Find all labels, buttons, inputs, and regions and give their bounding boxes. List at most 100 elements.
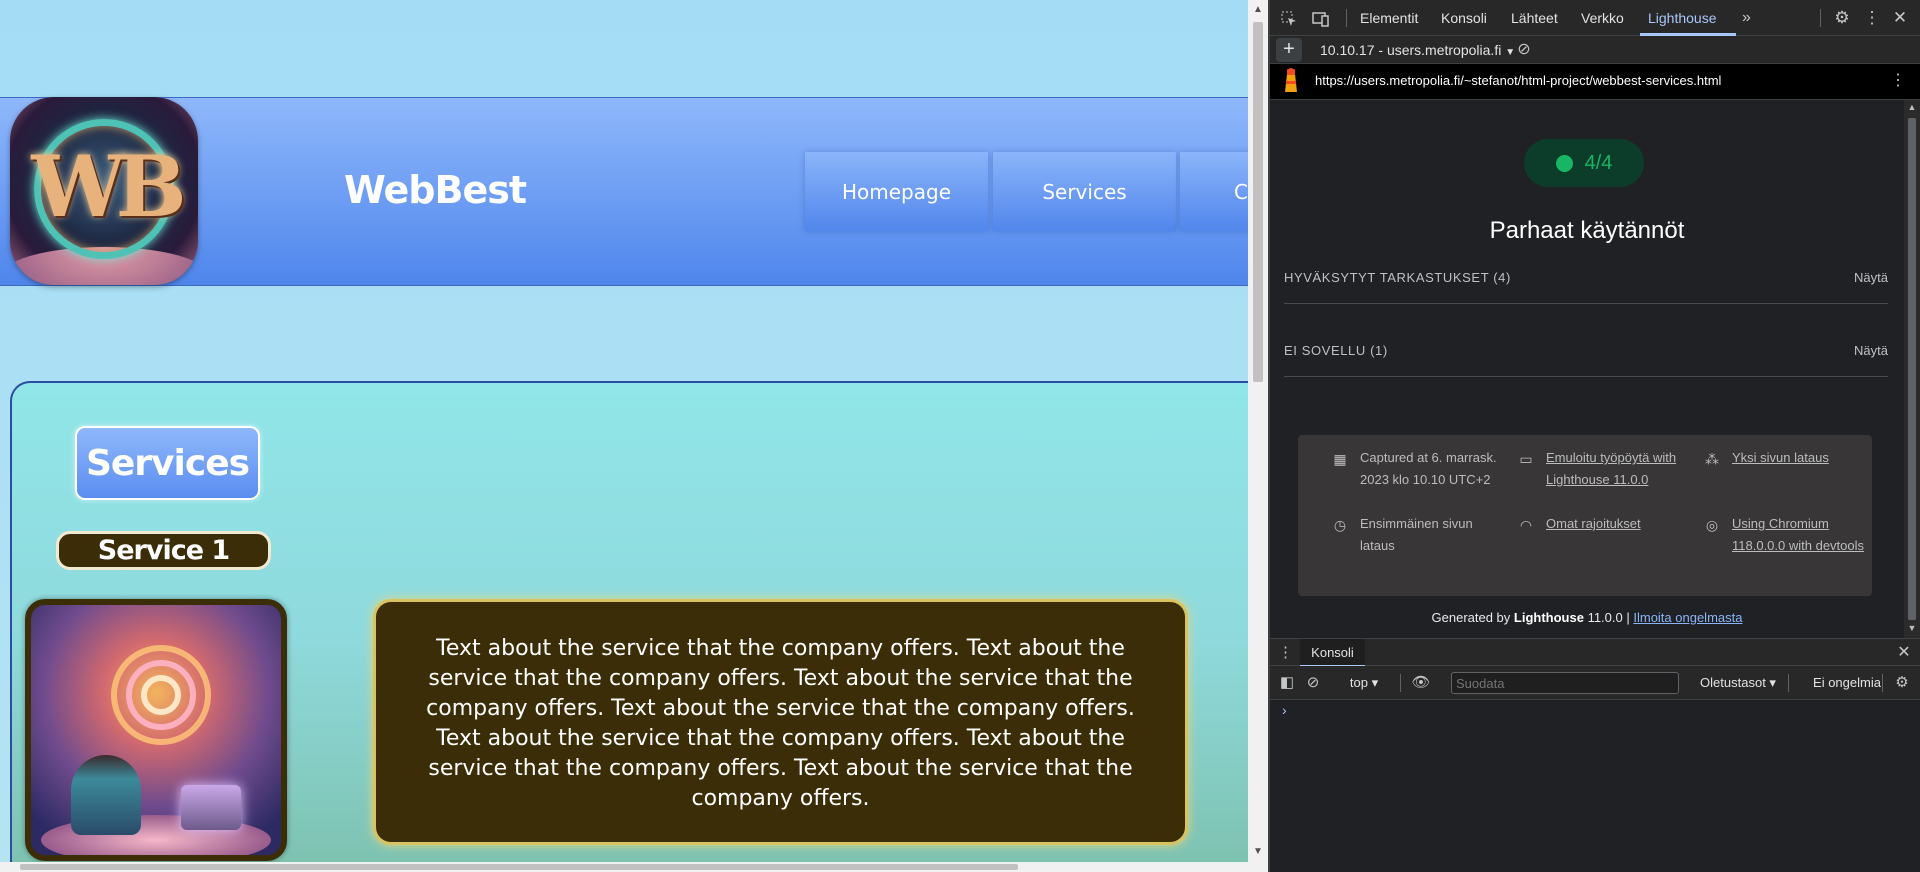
logo-text: WB xyxy=(31,137,186,236)
close-icon[interactable]: ✕ xyxy=(1888,0,1912,36)
kebab-menu-icon[interactable]: ⋮ xyxy=(1888,64,1908,98)
illustration-device xyxy=(181,785,241,830)
env-throttling-link[interactable]: Omat rajoitukset xyxy=(1546,513,1686,535)
site-logo[interactable]: WB xyxy=(10,97,198,285)
console-output[interactable]: › xyxy=(1270,700,1920,872)
env-initial-load: ◷ Ensimmäinen sivun lataus xyxy=(1332,513,1502,563)
report-scrollbar[interactable]: ▲ ▼ xyxy=(1904,100,1920,638)
desktop-device-icon: ▭ xyxy=(1519,451,1533,467)
report-url-bar: https://users.metropolia.fi/~stefanot/ht… xyxy=(1270,64,1920,100)
scroll-down-arrow-icon[interactable]: ▼ xyxy=(1248,846,1268,860)
nav-services-button[interactable]: Services xyxy=(993,152,1176,231)
scrollbar-thumb[interactable] xyxy=(20,864,1018,870)
context-select[interactable]: top ▾ xyxy=(1334,666,1394,700)
env-initial-load-text: Ensimmäinen sivun lataus xyxy=(1360,516,1473,553)
env-chromium-link[interactable]: Using Chromium 118.0.0.0 with devtools xyxy=(1732,513,1872,557)
toolbar-divider xyxy=(1346,9,1347,27)
issues-counter[interactable]: Ei ongelmia xyxy=(1792,666,1902,700)
nav-homepage-button[interactable]: Homepage xyxy=(805,152,988,231)
score-badge: 4/4 xyxy=(1524,139,1644,187)
timer-icon: ◷ xyxy=(1333,517,1347,533)
runtime-settings: ▦ Captured at 6. marrask. 2023 klo 10.10… xyxy=(1298,435,1872,596)
env-emulated: ▭ Emuloitu työpöytä with Lighthouse 11.0… xyxy=(1518,447,1688,517)
clear-reports-icon[interactable]: ⊘ xyxy=(1514,36,1534,64)
close-icon[interactable]: ✕ xyxy=(1894,639,1914,667)
more-tabs-icon[interactable]: » xyxy=(1742,0,1751,36)
illustration-person xyxy=(71,755,141,835)
toolbar-divider xyxy=(1882,674,1883,692)
console-filter-input[interactable] xyxy=(1451,672,1679,694)
report-url[interactable]: https://users.metropolia.fi/~stefanot/ht… xyxy=(1315,64,1721,98)
scroll-up-arrow-icon[interactable]: ▲ xyxy=(1248,4,1268,18)
tab-network[interactable]: Verkko xyxy=(1581,0,1624,36)
scroll-down-arrow-icon[interactable]: ▼ xyxy=(1904,623,1920,633)
chrome-icon: ◎ xyxy=(1705,517,1719,533)
scrollbar-thumb[interactable] xyxy=(1908,118,1916,620)
single-load-icon: ⁂ xyxy=(1705,451,1719,467)
log-levels-select[interactable]: Oletustasot ▾ xyxy=(1688,666,1788,700)
service1-heading: Service 1 xyxy=(56,531,271,570)
report-issue-link[interactable]: Ilmoita ongelmasta xyxy=(1633,610,1742,625)
audit-group-label: EI SOVELLU (1) xyxy=(1284,343,1388,358)
clear-console-icon[interactable]: ⊘ xyxy=(1304,666,1322,700)
footer-brand: Lighthouse xyxy=(1513,610,1584,625)
services-heading: Services xyxy=(75,426,260,500)
nav-contact-button[interactable]: C xyxy=(1180,152,1248,231)
audit-group-not-applicable[interactable]: EI SOVELLU (1) Näytä xyxy=(1284,343,1888,377)
footer-version: 11.0.0 | xyxy=(1583,610,1634,625)
service-illustration xyxy=(25,599,287,861)
score-value: 4/4 xyxy=(1584,151,1613,174)
lighthouse-report: 4/4 Parhaat käytännöt HYVÄKSYTYT TARKAST… xyxy=(1270,100,1904,638)
kebab-menu-icon[interactable]: ⋮ xyxy=(1862,0,1882,36)
env-single-load-link[interactable]: Yksi sivun lataus xyxy=(1732,447,1872,469)
scrollbar-thumb[interactable] xyxy=(1253,22,1263,382)
lighthouse-toolbar: + 10.10.17 - users.metropolia.fi ▼ ⊘ xyxy=(1270,36,1920,64)
sidebar-toggle-icon[interactable]: ◧ xyxy=(1278,666,1296,700)
audit-group-passed[interactable]: HYVÄKSYTYT TARKASTUKSET (4) Näytä xyxy=(1284,270,1888,304)
audit-group-show-toggle[interactable]: Näytä xyxy=(1854,343,1888,358)
env-chromium: ◎ Using Chromium 118.0.0.0 with devtools xyxy=(1704,513,1874,583)
env-throttling: ◠ Omat rajoitukset xyxy=(1518,513,1688,543)
toolbar-divider xyxy=(1400,674,1401,692)
wifi-icon: ◠ xyxy=(1519,517,1533,533)
illustration-swirl xyxy=(141,675,181,715)
page-vertical-scrollbar[interactable]: ▲ ▼ xyxy=(1248,0,1268,872)
lighthouse-logo-icon xyxy=(1285,68,1297,92)
report-select[interactable]: 10.10.17 - users.metropolia.fi ▼ xyxy=(1320,36,1515,64)
tab-elements[interactable]: Elementit xyxy=(1360,0,1418,36)
tab-sources[interactable]: Lähteet xyxy=(1511,0,1558,36)
scroll-up-arrow-icon[interactable]: ▲ xyxy=(1904,102,1920,112)
env-emulated-link[interactable]: Emuloitu työpöytä with Lighthouse 11.0.0 xyxy=(1546,447,1686,491)
drawer-tabbar: ⋮ Konsoli ✕ xyxy=(1270,638,1920,667)
pass-indicator-icon xyxy=(1555,154,1573,172)
calendar-icon: ▦ xyxy=(1333,451,1347,467)
toolbar-divider xyxy=(1788,674,1789,692)
audit-group-show-toggle[interactable]: Näytä xyxy=(1854,270,1888,285)
eye-icon[interactable]: 👁 xyxy=(1410,666,1432,700)
site-title: WebBest xyxy=(343,168,527,212)
audit-group-label: HYVÄKSYTYT TARKASTUKSET (4) xyxy=(1284,270,1511,285)
inspect-element-icon[interactable] xyxy=(1278,0,1300,36)
category-title: Parhaat käytännöt xyxy=(1489,217,1685,244)
env-single-load: ⁂ Yksi sivun lataus xyxy=(1704,447,1874,477)
new-report-button[interactable]: + xyxy=(1276,38,1302,62)
kebab-menu-icon[interactable]: ⋮ xyxy=(1278,639,1293,667)
gear-icon[interactable]: ⚙ xyxy=(1830,0,1854,36)
service1-description: Text about the service that the company … xyxy=(373,599,1188,845)
devtools-tabbar: Elementit Konsoli Lähteet Verkko Lightho… xyxy=(1270,0,1920,36)
toolbar-divider xyxy=(1820,9,1821,27)
devtools-panel: Elementit Konsoli Lähteet Verkko Lightho… xyxy=(1270,0,1920,872)
report-footer: Generated by Lighthouse 11.0.0 | Ilmoita… xyxy=(1270,610,1904,625)
tab-console[interactable]: Konsoli xyxy=(1441,0,1487,36)
gear-icon[interactable]: ⚙ xyxy=(1890,666,1914,700)
tab-lighthouse[interactable]: Lighthouse xyxy=(1648,0,1717,36)
env-captured: ▦ Captured at 6. marrask. 2023 klo 10.10… xyxy=(1332,447,1502,517)
page-horizontal-scrollbar[interactable] xyxy=(0,862,1248,872)
website-viewport: WB WebBest Homepage Services C Services … xyxy=(0,0,1248,872)
drawer-tab-console[interactable]: Konsoli xyxy=(1300,639,1365,667)
report-select-label: 10.10.17 - users.metropolia.fi xyxy=(1320,42,1502,58)
footer-prefix: Generated by xyxy=(1431,610,1514,625)
console-prompt-icon[interactable]: › xyxy=(1282,700,1287,720)
device-toolbar-icon[interactable] xyxy=(1310,0,1332,36)
console-toolbar: ◧ ⊘ top ▾ 👁 Oletustasot ▾ Ei ongelmia ⚙ xyxy=(1270,666,1920,700)
